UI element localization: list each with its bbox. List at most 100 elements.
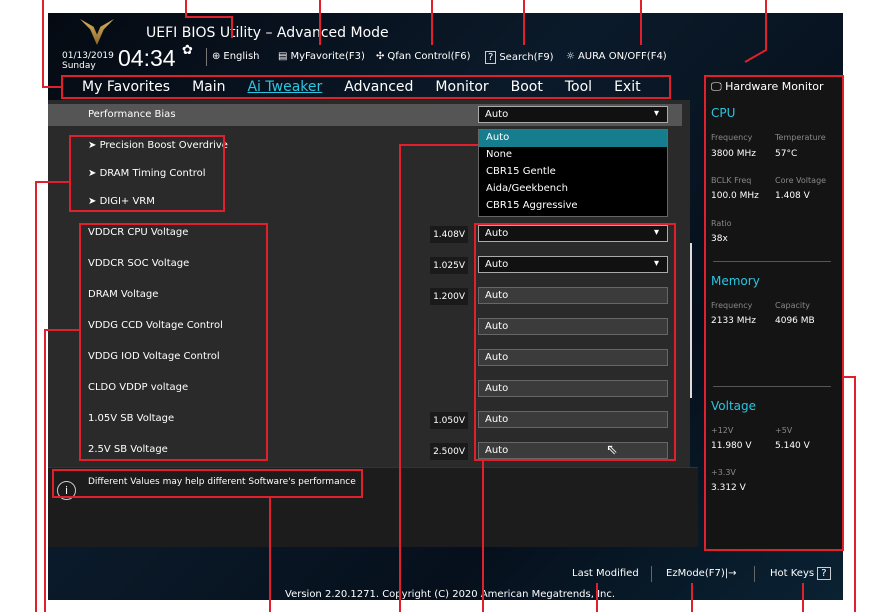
tab-my-favorites[interactable]: My Favorites [82,79,170,95]
setting-input[interactable]: Auto [478,318,668,335]
globe-icon: ⊕ [212,51,221,62]
aura-icon: ☼ [566,51,575,62]
label: +3.3V [711,468,736,477]
divider [713,386,831,387]
aura-button[interactable]: ☼ AURA ON/OFF(F4) [566,51,667,62]
divider [206,48,207,66]
setting-input[interactable]: Auto [478,380,668,397]
label: Capacity [775,301,810,310]
label: Frequency [711,133,753,142]
voltage-reading: 1.025V [430,257,468,274]
label: Temperature [775,133,826,142]
label: 1.05V SB Voltage [88,413,175,424]
value: 5.140 V [775,441,810,451]
dropdown-option[interactable]: Aida/Geekbench [479,181,667,198]
clock: 04:34 [118,45,176,71]
divider [754,566,755,582]
setting-input[interactable]: Auto [478,287,668,304]
setting-row: 1.05V SB Voltage 1.050V Auto [48,408,682,430]
value: 3800 MHz [711,149,757,159]
voltage-reading: 1.200V [430,288,468,305]
myfavorite-button[interactable]: ▤ MyFavorite(F3) [278,51,365,62]
voltage-reading: 1.408V [430,226,468,243]
favorite-icon: ▤ [278,51,288,62]
label: 2.5V SB Voltage [88,444,168,455]
info-text: Different Values may help different Soft… [88,477,356,487]
dropdown-option[interactable]: CBR15 Gentle [479,164,667,181]
tab-boot[interactable]: Boot [511,79,543,95]
setting-input[interactable]: Auto [478,349,668,366]
label: Ratio [711,219,732,228]
hot-keys-button[interactable]: Hot Keys ? [770,567,831,580]
ezmode-button[interactable]: EzMode(F7)|→ [666,568,736,579]
value: 2133 MHz [711,316,757,326]
tuf-logo [80,19,114,45]
voltage-reading: 2.500V [430,443,468,460]
label: English [223,51,260,62]
performance-bias-row[interactable]: Performance Bias Auto [48,104,682,126]
language-button[interactable]: ⊕ English [212,51,260,62]
label: +5V [775,426,793,435]
version-text: Version 2.20.1271. Copyright (C) 2020 Am… [285,589,616,600]
voltage-reading: 1.050V [430,412,468,429]
label: BCLK Freq [711,176,752,185]
performance-bias-select[interactable]: Auto [478,106,668,123]
mouse-cursor-icon: ⇖ [606,442,618,458]
value: 38x [711,234,728,244]
search-button[interactable]: ? Search(F9) [485,51,554,64]
gear-icon[interactable]: ✿ [182,43,193,58]
info-bar: i Different Values may help different So… [48,467,698,547]
label: Hot Keys [770,568,815,579]
label: ➤ DRAM Timing Control [88,168,206,179]
scrollbar[interactable] [690,243,692,398]
hw-title: 🖵 Hardware Monitor [711,80,824,94]
search-icon: ? [485,51,497,64]
label-text: DRAM Timing Control [99,168,206,179]
tab-exit[interactable]: Exit [614,79,641,95]
label: VDDG CCD Voltage Control [88,320,223,331]
title: Hardware Monitor [725,80,824,93]
dropdown-option[interactable]: None [479,147,667,164]
day: Sunday [62,61,96,71]
info-icon: i [57,481,76,500]
menu-bar: My Favorites Main Ai Tweaker Advanced Mo… [62,76,670,98]
help-icon: ? [817,567,831,580]
dropdown-option[interactable]: Auto [479,130,667,147]
tab-tool[interactable]: Tool [565,79,592,95]
label: DRAM Voltage [88,289,159,300]
setting-row: VDDG CCD Voltage Control Auto [48,315,682,337]
setting-row: VDDCR SOC Voltage 1.025V Auto [48,253,682,275]
setting-select[interactable]: Auto [478,256,668,273]
section-memory: Memory [711,274,760,288]
label: Qfan Control(F6) [387,51,471,62]
date: 01/13/2019 [62,51,114,61]
divider [713,261,831,262]
label: MyFavorite(F3) [290,51,365,62]
setting-row: 2.5V SB Voltage 2.500V Auto [48,439,682,461]
tab-ai-tweaker[interactable]: Ai Tweaker [247,79,322,95]
value: 57°C [775,149,798,159]
label: VDDCR CPU Voltage [88,227,189,238]
tab-main[interactable]: Main [192,79,225,95]
setting-input[interactable]: Auto [478,442,668,459]
value: 1.408 V [775,191,810,201]
hardware-monitor-panel: 🖵 Hardware Monitor CPU Frequency 3800 MHz… [705,76,843,550]
label: ➤ Precision Boost Overdrive [88,140,228,151]
last-modified-button[interactable]: Last Modified [572,568,639,579]
setting-select[interactable]: Auto [478,225,668,242]
qfan-button[interactable]: ✣ Qfan Control(F6) [376,51,471,62]
label: Performance Bias [88,109,176,120]
label: AURA ON/OFF(F4) [577,51,667,62]
value: 3.312 V [711,483,746,493]
label: VDDCR SOC Voltage [88,258,190,269]
label-text: Precision Boost Overdrive [99,140,228,151]
divider [651,566,652,582]
dropdown-option[interactable]: CBR15 Aggressive [479,198,667,215]
tab-monitor[interactable]: Monitor [435,79,488,95]
monitor-icon: 🖵 [711,80,722,93]
setting-row: VDDG IOD Voltage Control Auto [48,346,682,368]
setting-input[interactable]: Auto [478,411,668,428]
tab-advanced[interactable]: Advanced [344,79,413,95]
section-cpu: CPU [711,106,736,120]
label: Search(F9) [499,52,554,63]
